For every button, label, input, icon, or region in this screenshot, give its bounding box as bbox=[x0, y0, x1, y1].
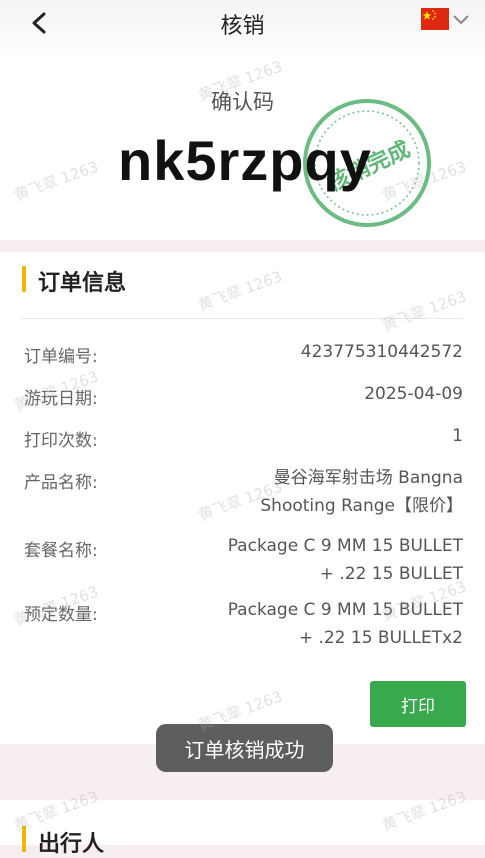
success-toast: 订单核销成功 bbox=[156, 724, 333, 772]
language-selector[interactable] bbox=[421, 8, 471, 30]
product-name-label: 产品名称: bbox=[24, 473, 98, 493]
product-name-value: 曼谷海军射击场 Bangna Shooting Range【限价】 bbox=[260, 468, 463, 516]
package-name-label: 套餐名称: bbox=[24, 541, 98, 561]
divider bbox=[22, 318, 463, 319]
print-count-label: 打印次数: bbox=[24, 431, 98, 451]
order-number-value: 423775310442572 bbox=[300, 342, 463, 362]
play-date-value: 2025-04-09 bbox=[364, 384, 463, 404]
booking-quantity-value: Package C 9 MM 15 BULLET + .22 15 BULLET… bbox=[227, 600, 463, 648]
chevron-down-icon bbox=[453, 15, 469, 25]
order-section-title: 订单信息 bbox=[38, 271, 127, 296]
print-button[interactable]: 打印 bbox=[370, 681, 466, 727]
traveler-card: 出行人 bbox=[0, 800, 485, 857]
print-count-value: 1 bbox=[452, 426, 463, 446]
app-header: 核销 bbox=[0, 0, 485, 58]
confirmation-code-value: nk5rzpqy bbox=[118, 129, 372, 192]
china-flag-icon bbox=[421, 8, 449, 30]
play-date-label: 游玩日期: bbox=[24, 389, 98, 409]
section-accent-bar bbox=[22, 826, 26, 852]
page-title: 核销 bbox=[220, 14, 265, 39]
order-info-card: 订单信息 订单编号: 423775310442572 游玩日期: 2025-04… bbox=[0, 252, 485, 744]
traveler-section-title: 出行人 bbox=[38, 832, 105, 857]
order-number-label: 订单编号: bbox=[24, 347, 98, 367]
booking-quantity-label: 预定数量: bbox=[24, 605, 98, 625]
section-accent-bar bbox=[22, 266, 26, 292]
package-name-value: Package C 9 MM 15 BULLET + .22 15 BULLET bbox=[227, 536, 463, 584]
confirmation-code-panel: 确认码 核销完成 nk5rzpqy bbox=[0, 58, 485, 240]
section-gap bbox=[0, 240, 485, 252]
